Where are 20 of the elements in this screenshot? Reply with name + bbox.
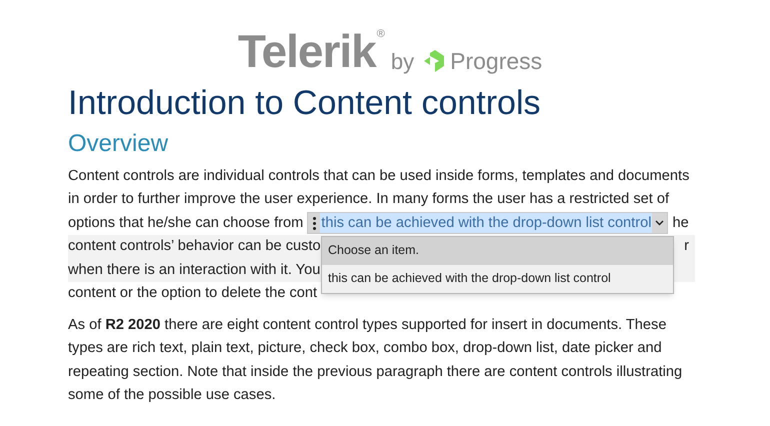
chevron-logo-icon <box>424 50 444 72</box>
paragraph-line: options that he/she can choose from <box>68 214 304 232</box>
logo-company: Progress <box>450 50 542 73</box>
paragraph-line: in order to further improve the user experience. In many forms the user has a restricted set of <box>68 190 670 209</box>
paragraph-line: content controls’ behavior can be custo <box>68 237 321 256</box>
dropdown-control[interactable]: this can be achieved with the drop-down list control <box>307 212 668 234</box>
dropdown-value: this can be achieved with the drop-down list control <box>320 213 652 234</box>
paragraph-line: he <box>672 214 689 232</box>
paragraph-fragment: r <box>684 237 689 256</box>
paragraph-line: when there is an interaction with it. You <box>68 260 320 280</box>
registered-mark: ® <box>376 27 385 40</box>
document-title: Introduction to Content controls <box>68 83 542 124</box>
logo-wordmark: Telerik <box>238 28 376 74</box>
paragraph-line: Content controls are individual controls that can be used inside forms, templates and documents <box>68 166 690 186</box>
logo-by: by <box>390 51 414 73</box>
dropdown-option[interactable]: this can be achieved with the drop-down list control <box>322 265 673 293</box>
paragraph-line: content or the option to delete the cont <box>68 284 318 303</box>
dropdown-option[interactable]: Choose an item. <box>322 237 673 265</box>
section-heading: Overview <box>68 128 170 158</box>
paragraph: As of R2 2020 there are eight content control types supported for insert in documents. These types are rich text, plain text, picture, check box, combo box, drop-down list, date picker and repeating section. Note that inside the previous paragraph there are content controls illustrating some of the possible use cases. <box>68 316 684 405</box>
